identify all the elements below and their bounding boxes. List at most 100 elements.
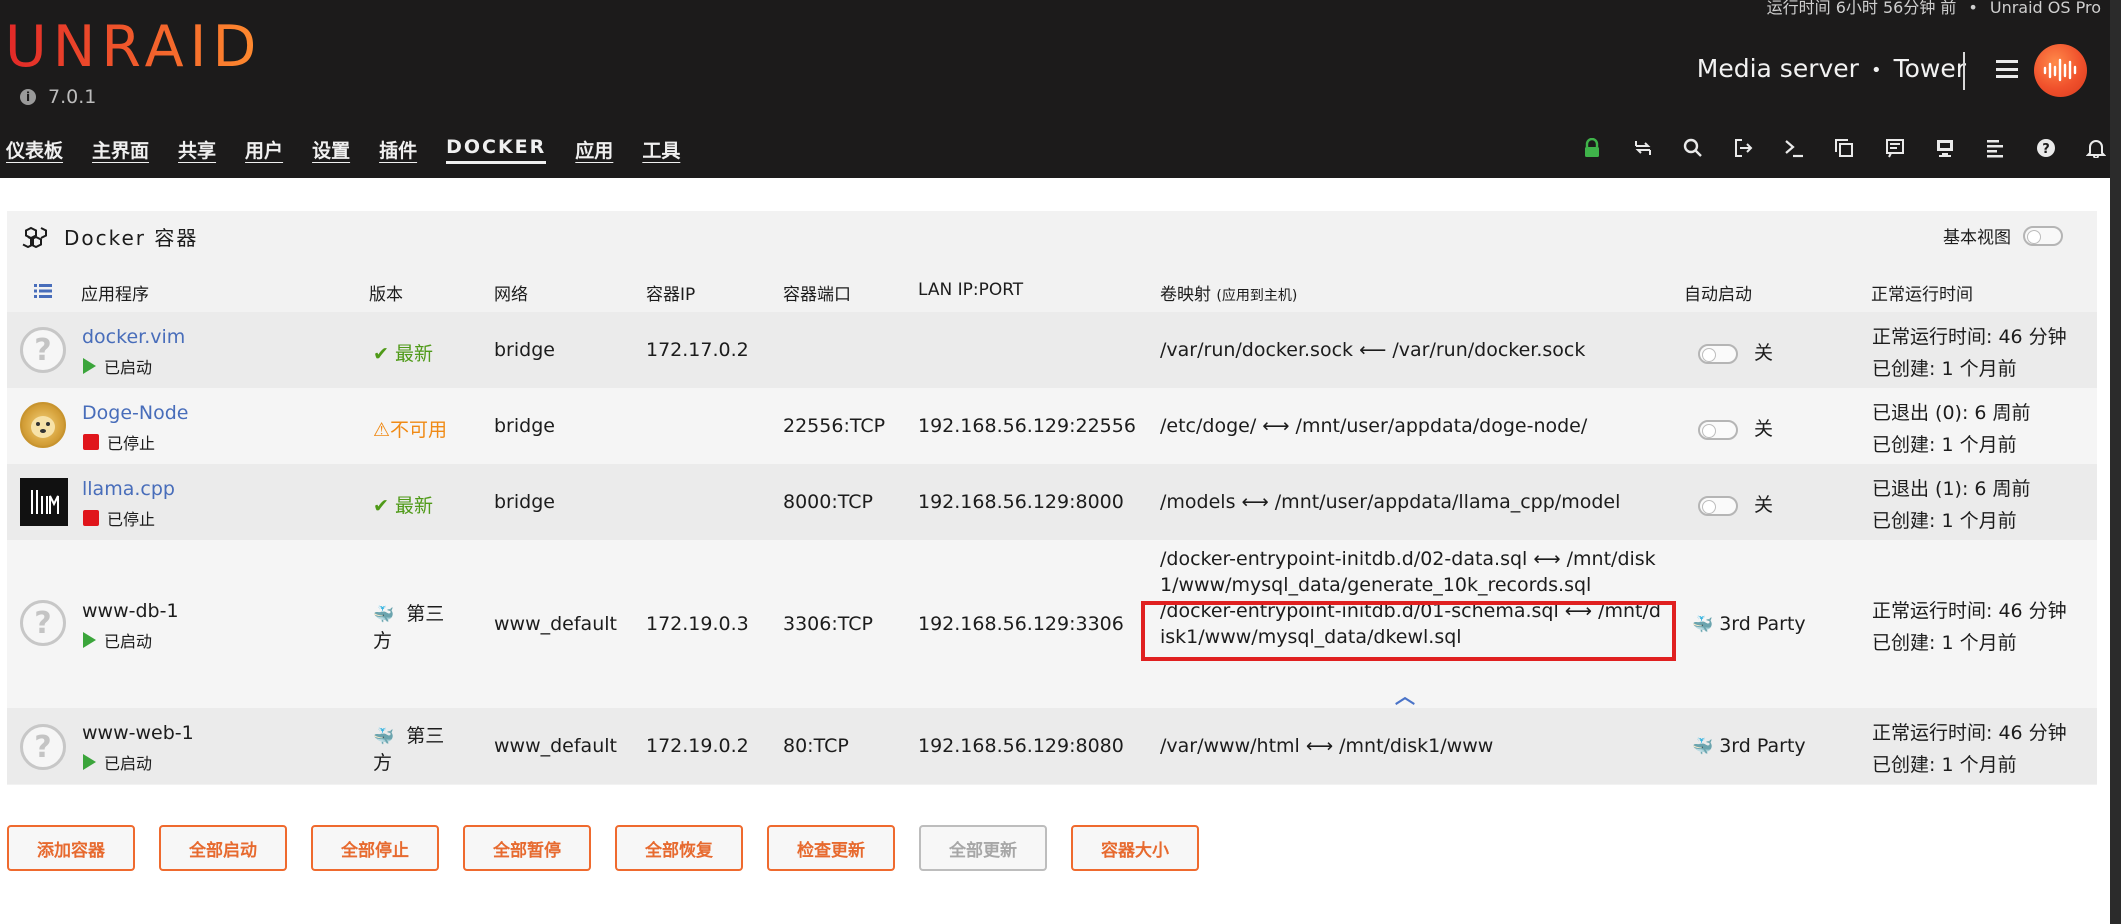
col-container-ip[interactable]: 容器IP: [646, 280, 695, 305]
lock-icon[interactable]: [1567, 134, 1617, 162]
notes-icon[interactable]: [1869, 134, 1919, 162]
status: 已启动: [83, 354, 152, 378]
col-uptime[interactable]: 正常运行时间: [1871, 280, 1973, 305]
version-status: 🐳 第三: [373, 599, 444, 626]
nav-docker[interactable]: DOCKER: [446, 136, 547, 164]
warning-icon: ⚠: [373, 419, 391, 441]
start-all-button[interactable]: 全部启动: [159, 825, 287, 871]
autostart-text: 关: [1754, 494, 1774, 516]
menu-icon[interactable]: [1996, 60, 2018, 78]
autostart-text: 3rd Party: [1719, 613, 1806, 635]
volume-mapping: /var/run/docker.sock ⟵ /var/run/docker.s…: [1160, 339, 1586, 361]
check-updates-button[interactable]: 检查更新: [767, 825, 895, 871]
docker-whale-icon: 🐳: [373, 605, 395, 625]
terminal-icon[interactable]: [1769, 134, 1819, 162]
pause-all-button[interactable]: 全部暂停: [463, 825, 591, 871]
svg-text:?: ?: [2042, 142, 2050, 157]
network: www_default: [494, 613, 617, 635]
status-text: 已停止: [107, 510, 156, 529]
autostart-toggle[interactable]: [1698, 495, 1738, 516]
status-text: 已启动: [104, 754, 153, 773]
docker-whale-icon: 🐳: [373, 727, 395, 747]
nav-users[interactable]: 用户: [245, 136, 283, 164]
container-ip: 172.19.0.3: [646, 613, 749, 635]
chevron-up-icon[interactable]: ︿: [1395, 680, 1415, 709]
copy-icon[interactable]: [1819, 134, 1869, 162]
server-name: Tower: [1893, 54, 1966, 83]
app-name[interactable]: www-web-1: [82, 722, 194, 744]
search-icon[interactable]: [1668, 134, 1718, 162]
status: 已停止: [83, 430, 155, 454]
question-icon[interactable]: ?: [20, 327, 66, 373]
list-view-icon[interactable]: [34, 284, 52, 298]
question-icon[interactable]: ?: [20, 724, 66, 770]
version-text: 7.0.1: [48, 86, 97, 108]
col-volume-mapping[interactable]: 卷映射 (应用到主机): [1160, 280, 1297, 305]
col-network[interactable]: 网络: [494, 280, 528, 305]
nav-tools[interactable]: 工具: [642, 136, 680, 164]
system-uptime-text: 运行时间 6小时 56分钟 前: [1766, 0, 1957, 17]
app-name[interactable]: llama.cpp: [82, 478, 175, 500]
resume-all-button[interactable]: 全部恢复: [615, 825, 743, 871]
check-icon: ✔: [373, 495, 389, 517]
help-icon[interactable]: ?: [2021, 134, 2071, 162]
docker-whale-icon: 🐳: [1692, 737, 1714, 757]
volume-mapping-cont: 1/www/mysql_data/generate_10k_records.sq…: [1160, 574, 1592, 596]
uptime: 正常运行时间: 46 分钟: [1872, 600, 2067, 622]
autostart-text: 关: [1754, 342, 1774, 364]
unraid-wave-icon: [2043, 58, 2077, 82]
stop-all-button[interactable]: 全部停止: [311, 825, 439, 871]
log-icon[interactable]: [1970, 134, 2020, 162]
col-autostart[interactable]: 自动启动: [1684, 280, 1752, 305]
lan-ip-port[interactable]: 192.168.56.129:8000: [918, 491, 1124, 513]
basic-view-toggle[interactable]: [2023, 225, 2063, 246]
header-divider: [1963, 52, 1965, 90]
refresh-icon[interactable]: [1617, 134, 1667, 162]
col-lan-ip-port[interactable]: LAN IP:PORT: [918, 280, 1023, 300]
nav-apps[interactable]: 应用: [575, 136, 613, 164]
lan-ip-port[interactable]: 192.168.56.129:22556: [918, 415, 1136, 437]
nav-main[interactable]: 主界面: [92, 136, 149, 164]
autostart-toggle[interactable]: [1698, 419, 1738, 440]
autostart-toggle[interactable]: [1698, 343, 1738, 364]
nav-plugins[interactable]: 插件: [379, 136, 417, 164]
update-all-button[interactable]: 全部更新: [919, 825, 1047, 871]
server-title: Media server • Tower: [1696, 54, 1966, 83]
network: bridge: [494, 339, 555, 361]
edition-text: Unraid OS Pro: [1989, 0, 2101, 17]
container-size-button[interactable]: 容器大小: [1071, 825, 1199, 871]
col-app[interactable]: 应用程序: [81, 280, 149, 305]
nav-shares[interactable]: 共享: [178, 136, 216, 164]
version-text: 最新: [394, 495, 433, 517]
user-avatar[interactable]: [2034, 44, 2087, 97]
logout-icon[interactable]: [1718, 134, 1768, 162]
lan-ip-port[interactable]: 192.168.56.129:3306: [918, 613, 1124, 635]
lan-ip-port[interactable]: 192.168.56.129:8080: [918, 735, 1124, 757]
nav-settings[interactable]: 设置: [312, 136, 350, 164]
llama-icon[interactable]: [20, 478, 68, 526]
network: bridge: [494, 415, 555, 437]
monitor-icon[interactable]: [1920, 134, 1970, 162]
app-name[interactable]: www-db-1: [82, 600, 179, 622]
status-text: 已启动: [104, 632, 153, 651]
status: 已启动: [83, 628, 152, 652]
unraid-logo[interactable]: UNRAID: [5, 14, 262, 80]
version-status: ✔ 最新: [373, 339, 433, 366]
question-icon[interactable]: ?: [20, 600, 66, 646]
autostart: 关: [1698, 490, 1773, 517]
doge-icon[interactable]: [20, 402, 66, 448]
col-version[interactable]: 版本: [369, 280, 403, 305]
created: 已创建: 1 个月前: [1872, 358, 2017, 380]
stop-icon: [83, 434, 99, 450]
play-icon: [83, 754, 96, 770]
table-row: Doge-Node 已停止 ⚠不可用 bridge 22556:TCP 192.…: [7, 388, 2097, 464]
add-container-button[interactable]: 添加容器: [7, 825, 135, 871]
created: 已创建: 1 个月前: [1872, 510, 2017, 532]
info-icon[interactable]: i: [20, 89, 36, 105]
uptime-info: 运行时间 6小时 56分钟 前 • Unraid OS Pro: [1766, 0, 2101, 17]
nav-dashboard[interactable]: 仪表板: [6, 136, 63, 164]
col-container-port[interactable]: 容器端口: [783, 280, 851, 305]
app-name[interactable]: docker.vim: [82, 326, 185, 348]
app-name[interactable]: Doge-Node: [82, 402, 188, 424]
version-text: 第三: [406, 603, 445, 625]
